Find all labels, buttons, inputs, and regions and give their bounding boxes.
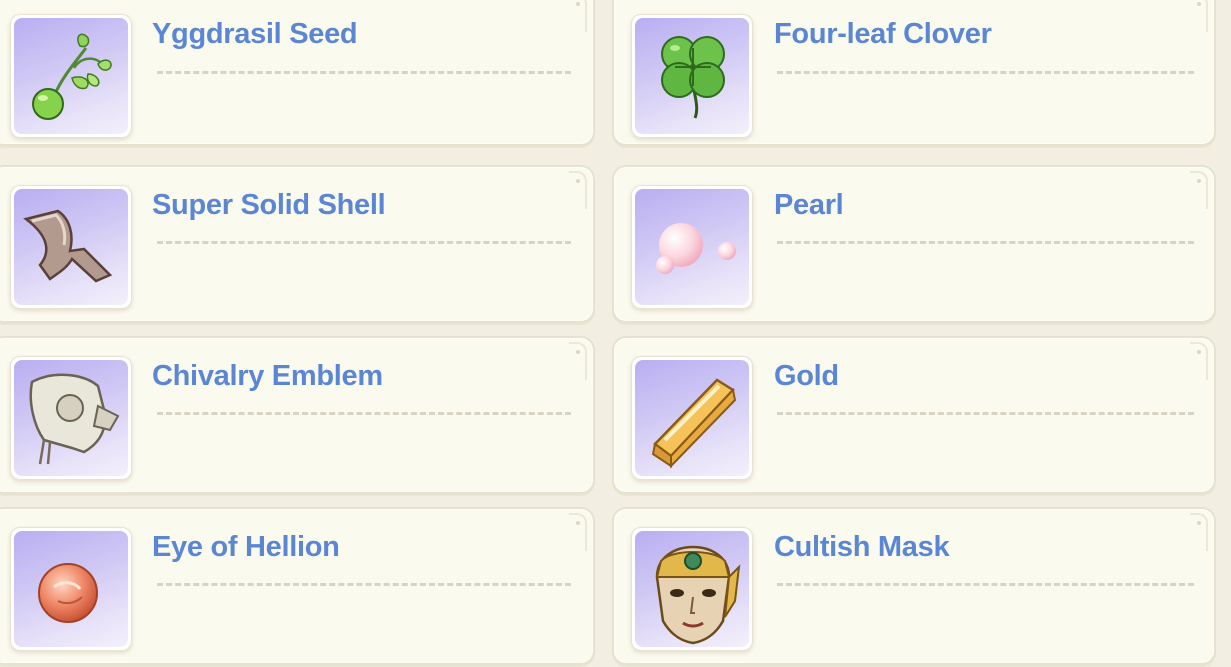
item-icon-frame <box>631 185 753 309</box>
card-corner-decoration <box>569 513 587 551</box>
yggdrasil-seed-icon <box>32 33 112 120</box>
item-icon-frame <box>631 14 753 138</box>
dashed-divider <box>157 241 571 244</box>
item-name: Cultish Mask <box>774 531 950 563</box>
dashed-divider <box>777 583 1194 586</box>
four-leaf-clover-icon <box>661 36 725 119</box>
dashed-divider <box>157 412 571 415</box>
item-card-chivalry-emblem[interactable]: Chivalry Emblem <box>0 336 595 494</box>
dashed-divider <box>777 71 1194 74</box>
pearl-icon <box>656 223 736 274</box>
dashed-divider <box>777 412 1194 415</box>
cultish-mask-icon <box>655 545 741 645</box>
item-icon-frame <box>10 356 132 480</box>
card-corner-decoration <box>569 342 587 380</box>
card-corner-decoration <box>1190 0 1208 32</box>
chivalry-emblem-icon <box>29 373 120 465</box>
card-corner-decoration <box>569 171 587 209</box>
item-icon-frame <box>10 185 132 309</box>
item-name: Pearl <box>774 189 844 221</box>
item-card-yggdrasil-seed[interactable]: Yggdrasil Seed <box>0 0 595 146</box>
item-card-four-leaf-clover[interactable]: Four-leaf Clover <box>612 0 1216 146</box>
item-card-pearl[interactable]: Pearl <box>612 165 1216 323</box>
item-card-gold[interactable]: Gold <box>612 336 1216 494</box>
item-icon-frame <box>631 356 753 480</box>
item-card-eye-of-hellion[interactable]: Eye of Hellion <box>0 507 595 665</box>
item-icon-frame <box>10 14 132 138</box>
card-corner-decoration <box>569 0 587 32</box>
item-name: Chivalry Emblem <box>152 360 383 392</box>
item-icon-frame <box>10 527 132 651</box>
card-corner-decoration <box>1190 513 1208 551</box>
item-grid: Yggdrasil Seed Four-leaf Clover Super So… <box>0 0 1231 667</box>
item-name: Four-leaf Clover <box>774 18 992 50</box>
item-name: Eye of Hellion <box>152 531 340 563</box>
card-corner-decoration <box>1190 342 1208 380</box>
eye-of-hellion-icon <box>38 563 98 623</box>
item-name: Super Solid Shell <box>152 189 386 221</box>
item-name: Yggdrasil Seed <box>152 18 358 50</box>
dashed-divider <box>157 71 571 74</box>
card-corner-decoration <box>1190 171 1208 209</box>
item-card-super-solid-shell[interactable]: Super Solid Shell <box>0 165 595 323</box>
item-card-cultish-mask[interactable]: Cultish Mask <box>612 507 1216 665</box>
item-icon-frame <box>631 527 753 651</box>
super-solid-shell-icon <box>23 209 113 283</box>
dashed-divider <box>777 241 1194 244</box>
gold-icon <box>651 378 737 469</box>
dashed-divider <box>157 583 571 586</box>
item-name: Gold <box>774 360 839 392</box>
